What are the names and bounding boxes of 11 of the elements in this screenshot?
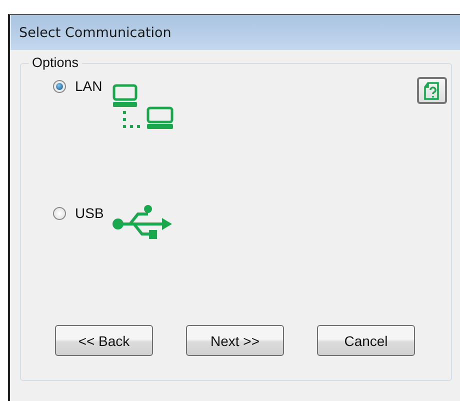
window-title: Select Communication [19,24,172,40]
help-icon [422,80,442,100]
option-label[interactable]: USB [75,205,112,221]
radio-button[interactable] [53,207,66,220]
group-label: Options [29,55,82,70]
help-button[interactable] [417,77,447,104]
option-label[interactable]: LAN [75,78,112,94]
dialog-button[interactable]: << Back [55,325,153,356]
radio-button[interactable] [53,80,66,93]
dialog-button[interactable]: Next >> [186,325,284,356]
dialog-button[interactable]: Cancel [317,325,415,356]
